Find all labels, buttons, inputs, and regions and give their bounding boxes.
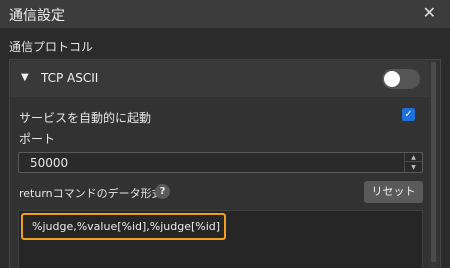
protocol-panel: ▼ TCP ASCII サービスを自動的に起動 ✓ ポート 50000 ▲ ▼ … bbox=[9, 59, 441, 268]
port-stepper: ▲ ▼ bbox=[404, 153, 422, 172]
title-bar: 通信設定 ✕ bbox=[0, 0, 450, 28]
close-icon[interactable]: ✕ bbox=[423, 3, 436, 22]
section-label: 通信プロトコル bbox=[9, 40, 94, 54]
autostart-checkbox[interactable]: ✓ bbox=[402, 108, 415, 121]
scroll-thumb[interactable] bbox=[431, 62, 436, 262]
reset-button[interactable]: リセット bbox=[364, 181, 423, 203]
group-title: TCP ASCII bbox=[41, 71, 99, 85]
window-title: 通信設定 bbox=[9, 8, 65, 24]
format-label: returnコマンドのデータ形式 bbox=[19, 187, 163, 200]
format-text[interactable]: %judge,%value[%id],%judge[%id] bbox=[32, 220, 220, 233]
toggle-knob bbox=[384, 71, 400, 87]
autostart-label: サービスを自動的に起動 bbox=[19, 111, 152, 125]
port-input[interactable]: 50000 ▲ ▼ bbox=[18, 152, 423, 173]
port-label: ポート bbox=[19, 132, 56, 146]
chevron-down-icon[interactable]: ▼ bbox=[21, 72, 29, 83]
spin-down-icon[interactable]: ▼ bbox=[405, 163, 422, 172]
enable-toggle[interactable] bbox=[382, 69, 420, 89]
spin-up-icon[interactable]: ▲ bbox=[405, 153, 422, 162]
format-editor[interactable]: %judge,%value[%id],%judge[%id] bbox=[18, 210, 423, 268]
group-header-tcp-ascii[interactable]: ▼ TCP ASCII bbox=[11, 61, 430, 97]
port-value[interactable]: 50000 bbox=[30, 156, 68, 170]
scrollbar[interactable] bbox=[429, 60, 438, 268]
help-icon[interactable]: ? bbox=[155, 184, 170, 199]
